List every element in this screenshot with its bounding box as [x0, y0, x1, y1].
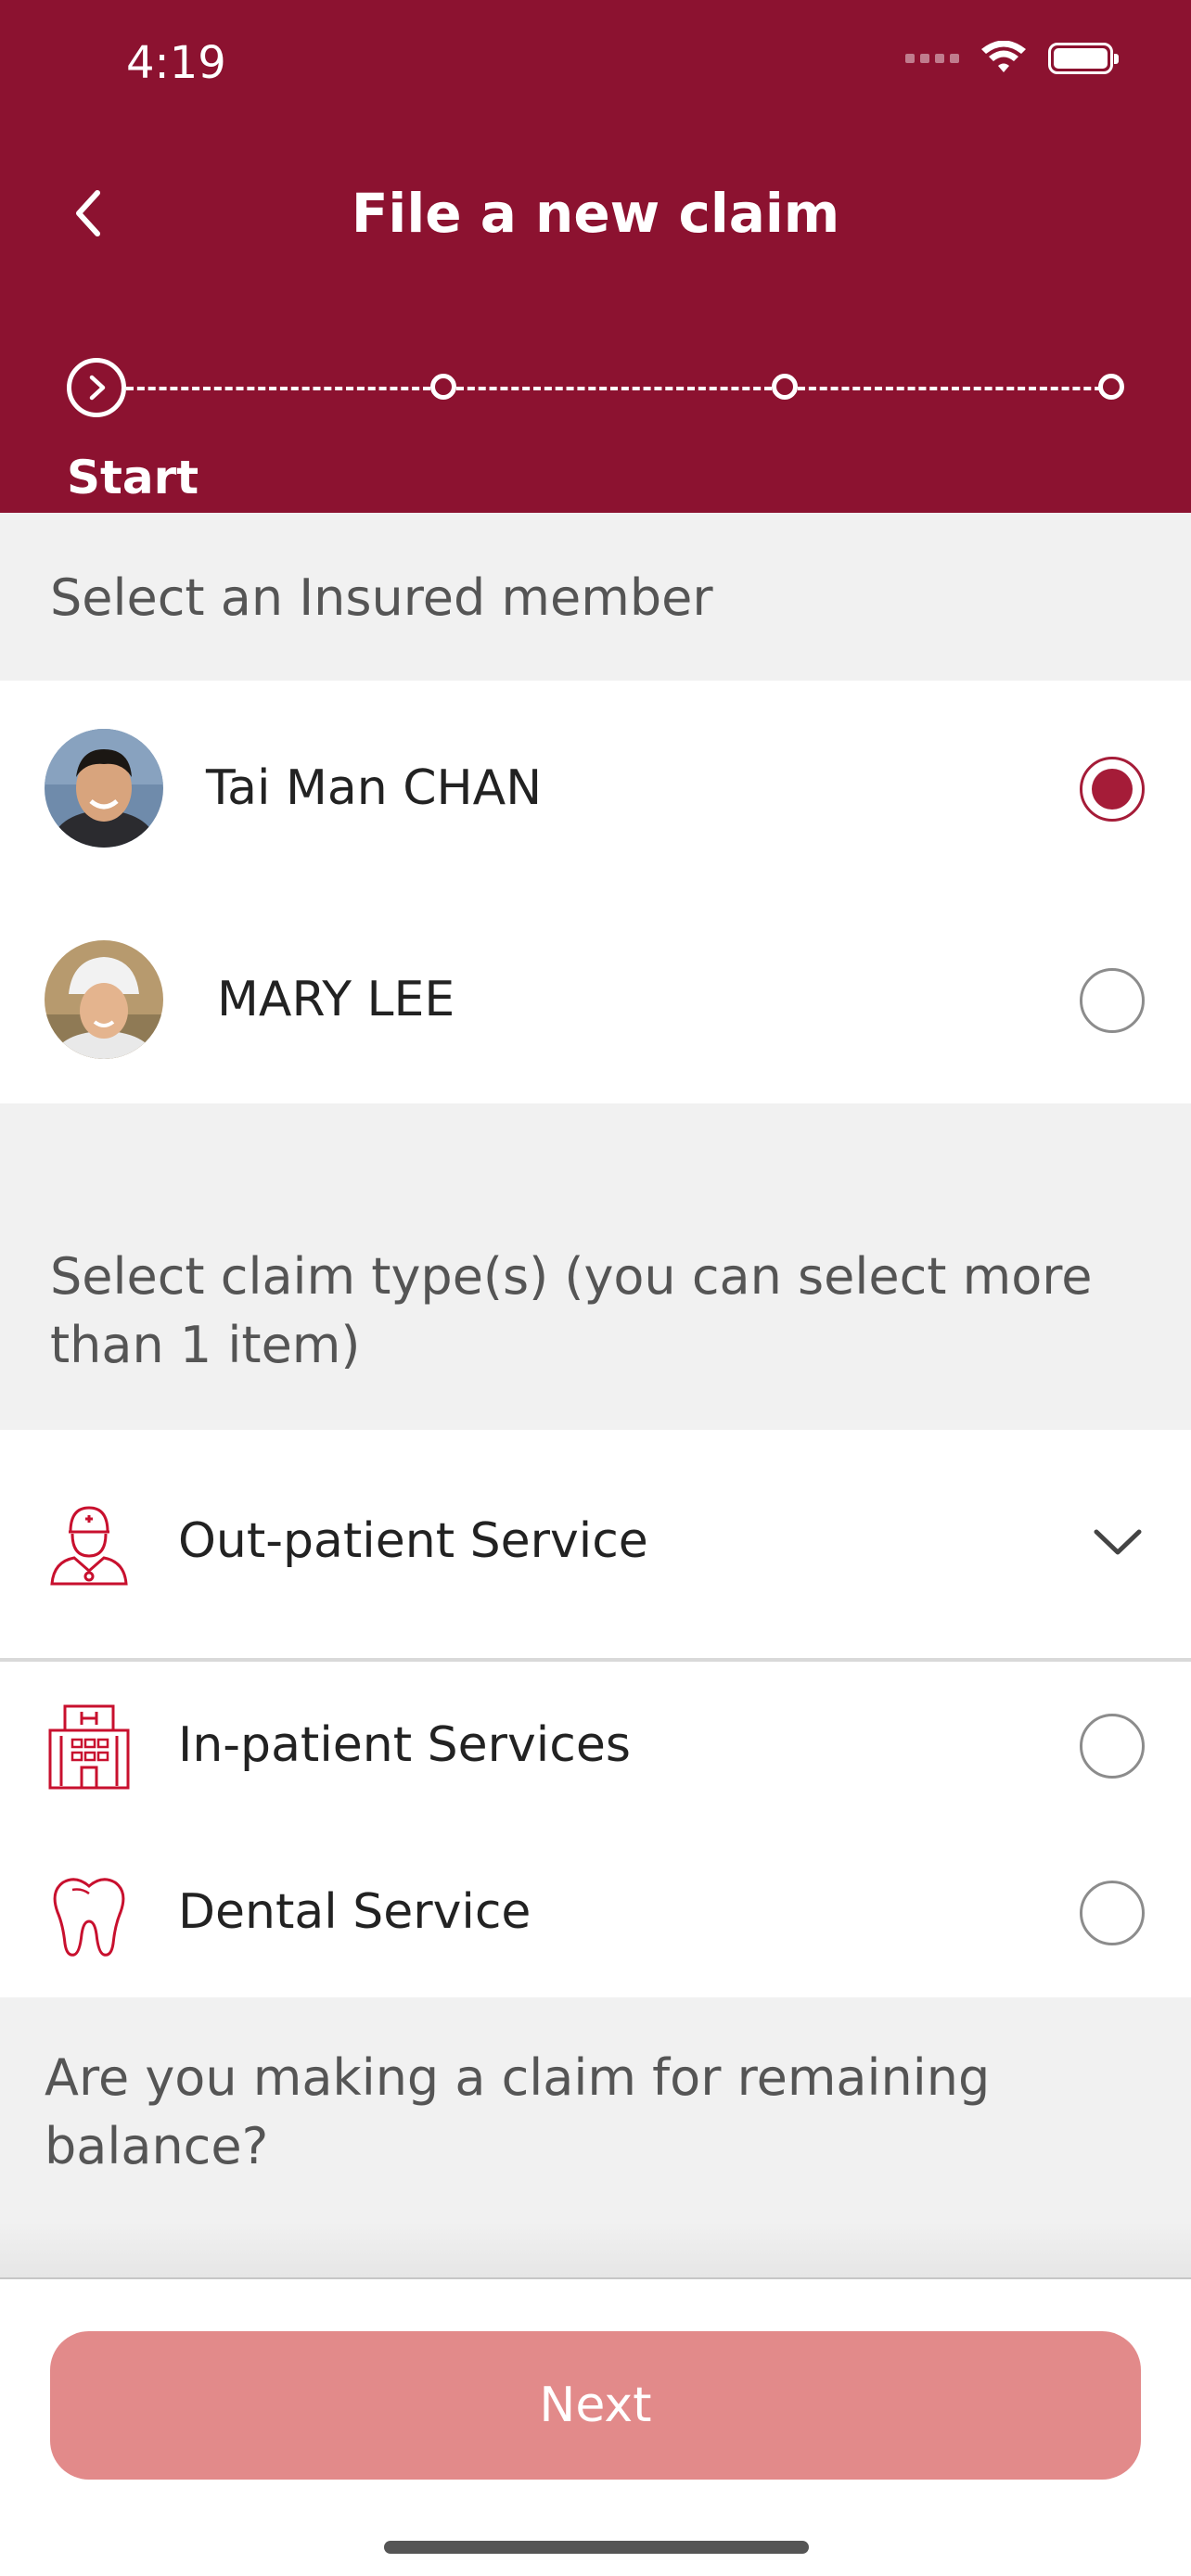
step-current-icon	[67, 358, 126, 417]
insured-heading: Select an Insured member	[50, 568, 713, 627]
avatar	[45, 729, 163, 848]
member-row-tai-man-chan[interactable]: Tai Man CHAN	[0, 729, 1191, 849]
claim-type-in-patient[interactable]: In-patient Services	[0, 1662, 1191, 1829]
claim-type-out-patient[interactable]: Out-patient Service	[0, 1430, 1191, 1658]
step-node-4	[1098, 374, 1124, 400]
member-radio-selected[interactable]	[1080, 757, 1145, 822]
progress-stepper	[67, 358, 1124, 417]
app-header: 4:19 File a new claim Start	[0, 0, 1191, 513]
hospital-icon	[48, 1704, 130, 1790]
member-row-mary-lee[interactable]: MARY LEE	[0, 940, 1191, 1061]
dental-radio[interactable]	[1080, 1881, 1145, 1945]
member-name: MARY LEE	[217, 972, 455, 1027]
claim-type-list: Out-patient Service In-patient Services	[0, 1430, 1191, 1997]
step-node-3	[772, 374, 798, 400]
home-indicator	[384, 2541, 809, 2554]
remaining-balance-question: Are you making a claim for remaining bal…	[45, 2048, 991, 2175]
member-name: Tai Man CHAN	[206, 760, 543, 816]
status-time: 4:19	[126, 37, 226, 89]
doctor-icon	[50, 1506, 128, 1586]
battery-icon	[1048, 43, 1119, 74]
avatar	[45, 940, 163, 1059]
step-label: Start	[67, 451, 199, 504]
tooth-icon	[53, 1878, 125, 1957]
member-radio[interactable]	[1080, 968, 1145, 1033]
status-icons	[905, 41, 1119, 76]
claim-type-label: In-patient Services	[178, 1717, 631, 1773]
claim-type-label: Dental Service	[178, 1884, 531, 1940]
member-list: Tai Man CHAN MARY LEE	[0, 681, 1191, 1103]
claim-type-dental[interactable]: Dental Service	[0, 1829, 1191, 1996]
step-node-2	[430, 374, 456, 400]
wifi-icon	[981, 41, 1026, 72]
claim-type-heading: Select claim type(s) (you can select mor…	[50, 1247, 1093, 1374]
cellular-signal-icon	[905, 54, 959, 63]
chevron-down-icon[interactable]	[1085, 1515, 1150, 1571]
footer-shadow	[0, 2222, 1191, 2277]
page-title: File a new claim	[351, 182, 840, 245]
in-patient-radio[interactable]	[1080, 1714, 1145, 1779]
next-button[interactable]: Next	[50, 2331, 1141, 2480]
claim-type-label: Out-patient Service	[178, 1513, 648, 1569]
